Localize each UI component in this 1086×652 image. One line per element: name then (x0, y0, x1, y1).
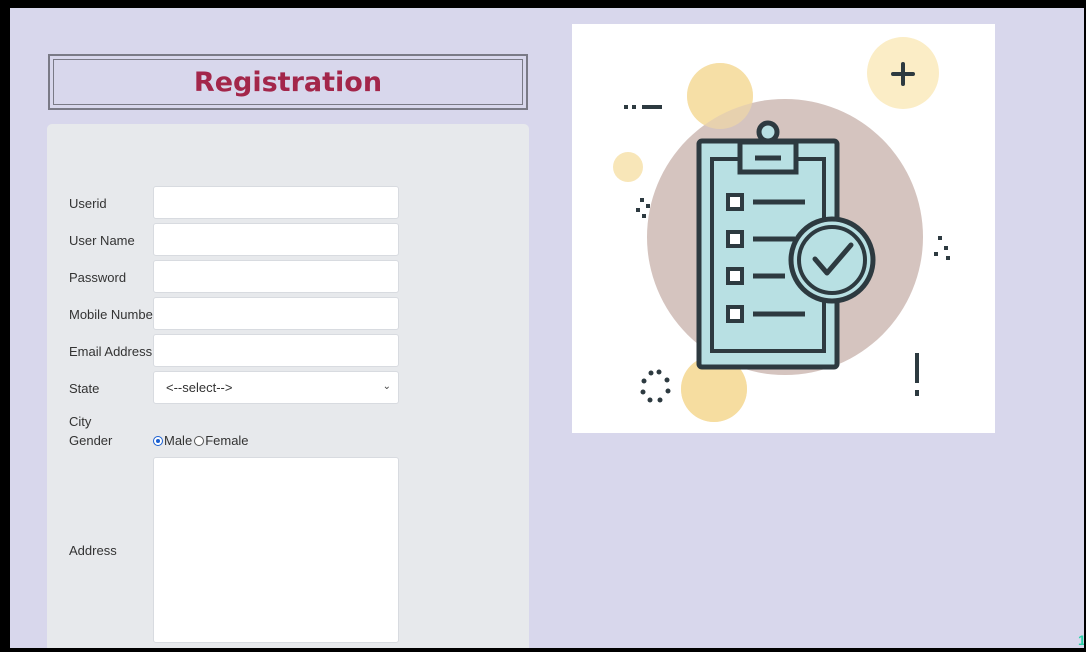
check-badge-icon (788, 216, 876, 304)
clipboard-illustration (572, 24, 995, 433)
gender-options: Male Female (153, 433, 249, 448)
userid-input[interactable] (153, 186, 399, 219)
address-label: Address (69, 543, 117, 558)
state-selected-value: <--select--> (166, 380, 233, 395)
chevron-down-icon: ⌄ (382, 381, 391, 392)
exclamation-icon (915, 353, 919, 383)
state-label: State (69, 381, 100, 396)
gender-male-radio[interactable] (153, 435, 163, 446)
mobile-label: Mobile Number (69, 307, 158, 322)
username-input[interactable] (153, 223, 399, 256)
address-textarea[interactable] (153, 457, 399, 643)
email-input[interactable] (153, 334, 399, 367)
city-label: City (69, 414, 92, 429)
email-label: Email Address (69, 344, 153, 359)
corner-mark-icon: 1 (1078, 632, 1084, 648)
dotted-circle-icon (640, 369, 671, 403)
registration-header: Registration (48, 54, 528, 110)
state-select[interactable]: <--select--> ⌄ (153, 371, 399, 404)
gender-female-label[interactable]: Female (205, 433, 248, 448)
gender-male-label[interactable]: Male (164, 433, 192, 448)
password-label: Password (69, 270, 127, 285)
dash-icon (642, 105, 662, 109)
username-label: User Name (69, 233, 135, 248)
registration-header-inner: Registration (53, 59, 523, 105)
gender-female-radio[interactable] (194, 435, 205, 446)
sparkle-icon (636, 198, 650, 218)
password-input[interactable] (153, 260, 399, 293)
userid-label: Userid (69, 196, 107, 211)
page-title: Registration (193, 66, 383, 98)
mobile-input[interactable] (153, 297, 399, 330)
yellow-blob-icon (613, 152, 643, 182)
sparkle-icon (934, 236, 950, 260)
page-background: Registration Userid User Name Password M… (10, 8, 1084, 648)
clipboard-checklist-icon (613, 37, 950, 422)
gender-label: Gender (69, 433, 113, 448)
registration-form: Userid User Name Password Mobile Number … (47, 124, 529, 648)
